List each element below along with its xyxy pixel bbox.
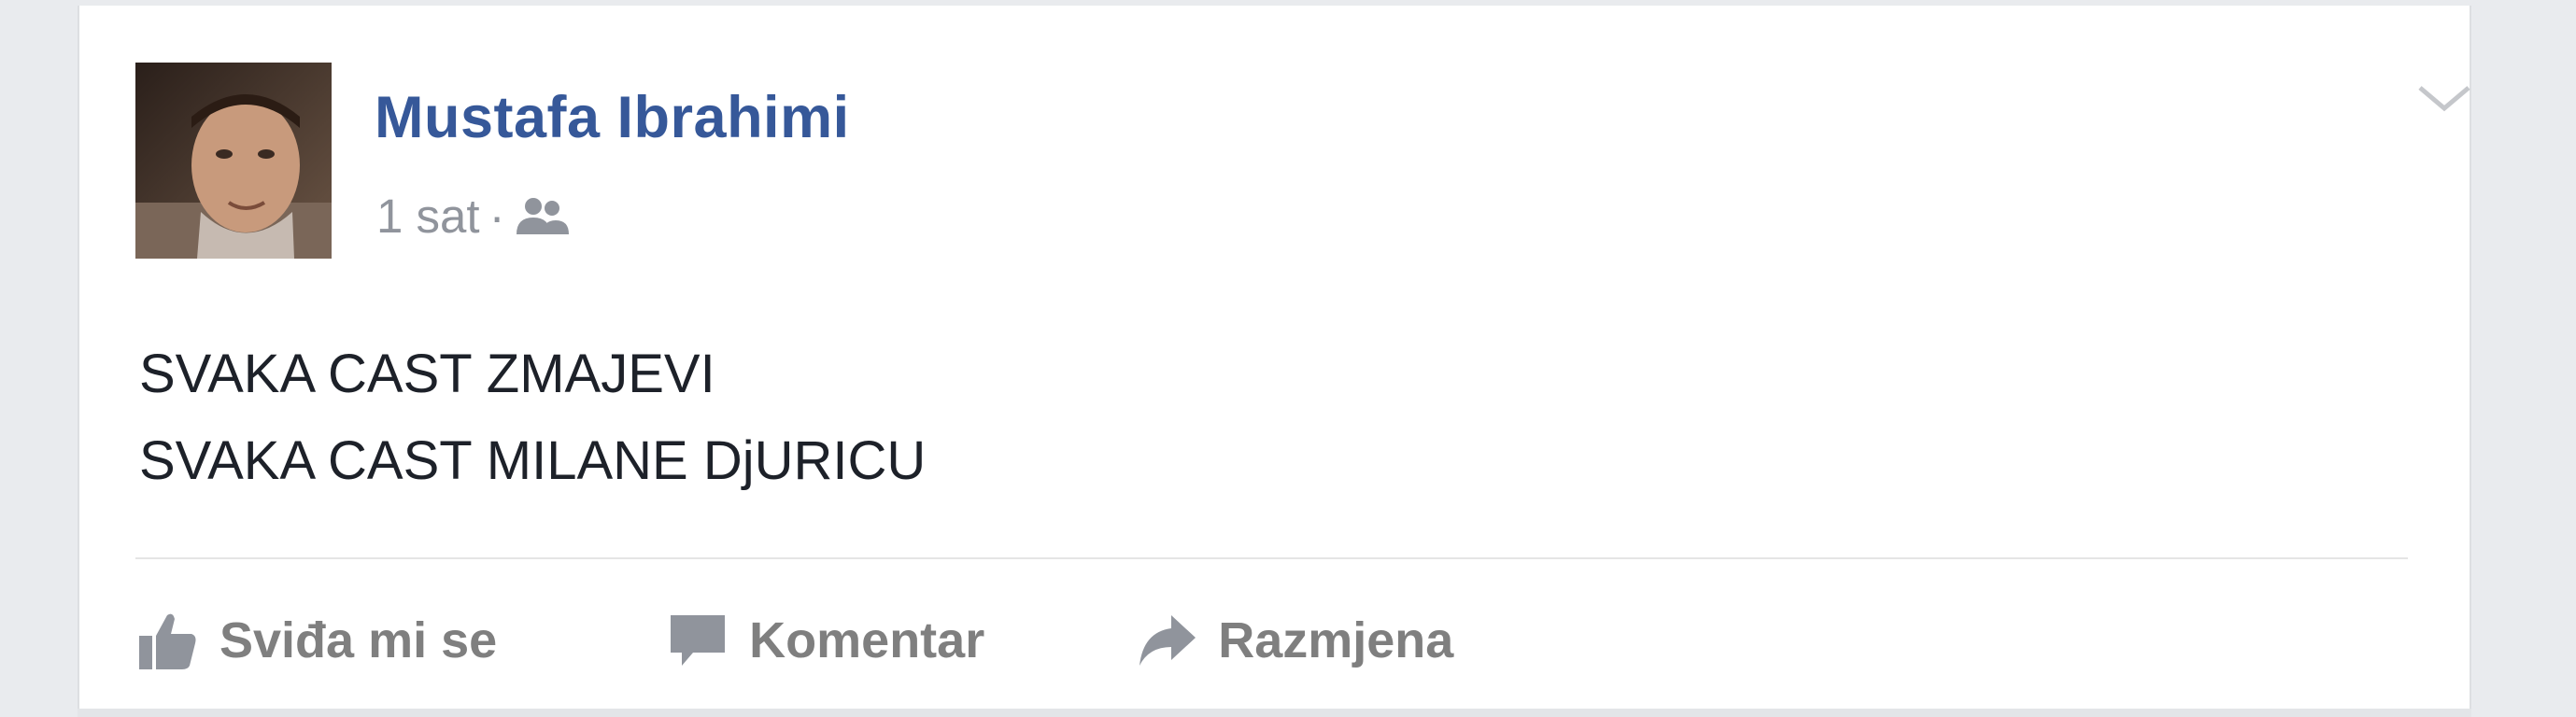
post-card: Mustafa Ibrahimi 1 sat · SVAKA CAST ZMAJ…	[78, 6, 2471, 710]
share-label: Razmjena	[1218, 612, 1454, 668]
share-arrow-icon	[1139, 615, 1196, 666]
chevron-down-icon[interactable]	[2414, 80, 2474, 118]
author-name[interactable]: Mustafa Ibrahimi	[375, 84, 850, 151]
action-bar: Sviđa mi se Komentar Razmjena	[135, 603, 1453, 678]
friends-icon[interactable]	[515, 195, 571, 236]
comment-label: Komentar	[749, 612, 985, 668]
like-label: Sviđa mi se	[219, 612, 498, 668]
like-button[interactable]: Sviđa mi se	[135, 608, 497, 673]
comment-button[interactable]: Komentar	[665, 608, 984, 673]
share-button[interactable]: Razmjena	[1134, 608, 1453, 673]
post-meta: 1 sat ·	[376, 188, 571, 244]
author-avatar[interactable]	[135, 63, 332, 259]
post-text-line: SVAKA CAST ZMAJEVI	[139, 344, 715, 404]
post-timestamp[interactable]: 1 sat	[376, 189, 480, 244]
thumbs-up-icon	[139, 613, 196, 669]
divider	[135, 557, 2408, 559]
comment-icon	[671, 615, 726, 666]
meta-separator: ·	[488, 189, 505, 243]
avatar-photo	[135, 63, 332, 259]
post-text: SVAKA CAST ZMAJEVI SVAKA CAST MILANE DjU…	[139, 330, 926, 504]
card-bottom-edge	[78, 709, 2471, 717]
post-text-line: SVAKA CAST MILANE DjURICU	[139, 430, 927, 491]
